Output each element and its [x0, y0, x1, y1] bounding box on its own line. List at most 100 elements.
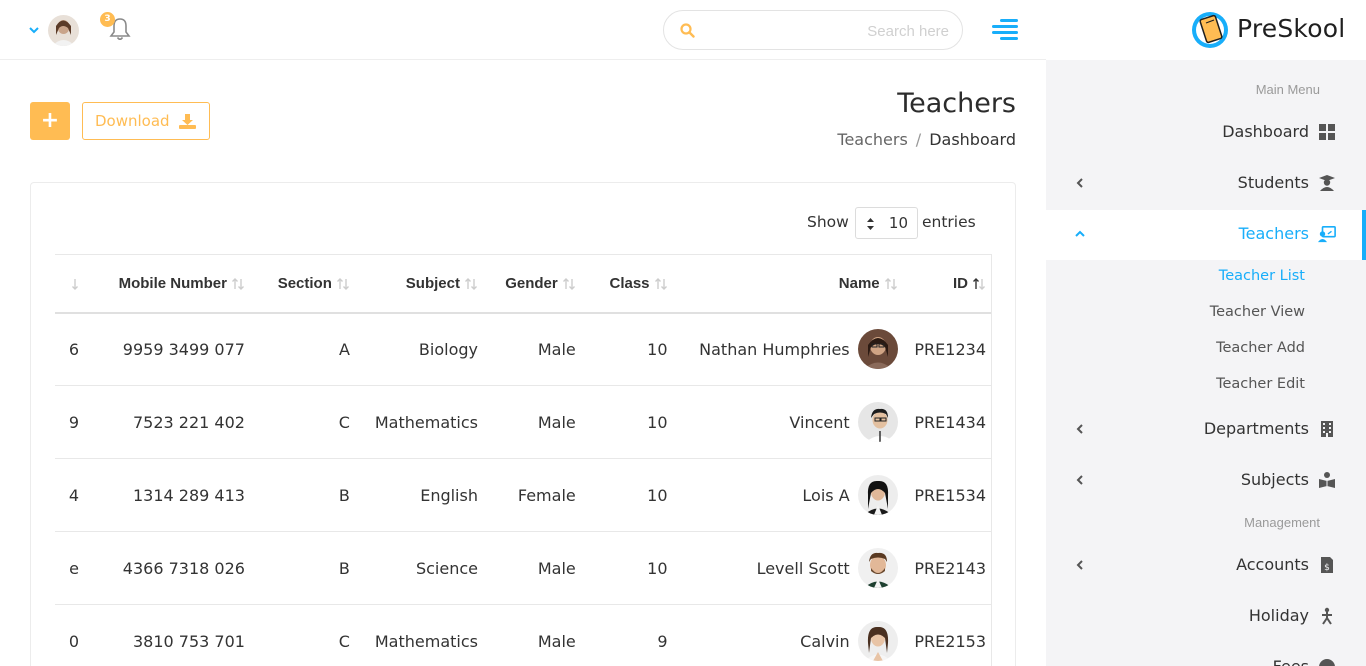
gender-cell: Male: [537, 412, 576, 432]
column-header-class[interactable]: Class: [582, 255, 674, 313]
teacher-name-link[interactable]: Nathan Humphries: [699, 340, 849, 359]
submenu-teacher-list[interactable]: Teacher List: [1219, 268, 1305, 284]
section-cell: A: [338, 339, 350, 359]
table-row[interactable]: 9 7523 221 402 C Mathematics Male 10 Vin…: [55, 386, 992, 459]
sidebar-item-fees[interactable]: Fees: [1046, 643, 1366, 666]
teachers-table: Mobile Number Section Subject Gender Cla…: [55, 254, 992, 666]
class-cell: 10: [647, 412, 668, 432]
entries-select[interactable]: 10: [855, 207, 918, 239]
add-button[interactable]: +: [30, 102, 70, 140]
gender-cell: Female: [517, 485, 576, 505]
book-reader-icon: [1319, 472, 1335, 488]
partial-cell: e: [69, 558, 79, 578]
column-header-partial[interactable]: [55, 255, 85, 313]
gender-cell: Male: [537, 558, 576, 578]
sidebar-item-holiday[interactable]: Holiday: [1046, 592, 1366, 642]
teacher-avatar[interactable]: [857, 475, 898, 515]
sidebar-item-label: Holiday: [1248, 606, 1309, 625]
partial-cell: 9: [68, 412, 79, 432]
teacher-name-link[interactable]: Levell Scott: [757, 559, 850, 578]
download-button[interactable]: Download: [82, 102, 210, 140]
teacher-avatar[interactable]: [857, 402, 898, 442]
teacher-icon: [1318, 225, 1336, 243]
teachers-table-card: Show 10 entries Mobile Number Section Su…: [30, 182, 1016, 666]
table-scroll-area[interactable]: Mobile Number Section Subject Gender Cla…: [55, 254, 992, 666]
gender-cell: Male: [537, 339, 576, 359]
column-header-mobile[interactable]: Mobile Number: [85, 255, 251, 313]
table-row[interactable]: 4 1314 289 413 B English Female 10 Lois …: [55, 459, 992, 532]
sidebar-item-teachers[interactable]: Teachers: [1046, 210, 1366, 260]
column-header-gender[interactable]: Gender: [484, 255, 582, 313]
name-cell: Nathan Humphries: [674, 313, 904, 386]
teacher-avatar[interactable]: [857, 329, 898, 370]
breadcrumb: Teachers / Dashboard: [837, 130, 1016, 149]
id-cell: PRE1234: [914, 339, 986, 359]
chevron-down-icon[interactable]: [28, 24, 40, 36]
teacher-name-link[interactable]: Vincent: [789, 413, 849, 432]
sidebar-item-dashboard[interactable]: Dashboard: [1046, 108, 1366, 158]
subject-cell: Mathematics: [374, 631, 478, 651]
search-box: [663, 10, 963, 50]
teacher-avatar[interactable]: [857, 621, 898, 661]
section-cell: C: [338, 631, 350, 651]
chevron-left-icon: [1076, 560, 1083, 570]
sidebar-item-departments[interactable]: Departments: [1046, 405, 1366, 455]
page-title: Teachers: [897, 88, 1016, 119]
submenu-teacher-edit[interactable]: Teacher Edit: [1216, 376, 1305, 392]
gender-cell: Male: [537, 631, 576, 651]
search-icon[interactable]: [680, 23, 695, 38]
id-cell: PRE1534: [914, 485, 986, 505]
name-cell: Levell Scott: [674, 532, 904, 605]
class-cell: 10: [647, 558, 668, 578]
sort-icon: [336, 277, 349, 290]
search-input[interactable]: [704, 19, 949, 43]
holiday-icon: [1322, 607, 1332, 625]
submenu-teacher-add[interactable]: Teacher Add: [1216, 340, 1305, 356]
sort-icon: [231, 277, 244, 290]
select-updown-icon: [867, 218, 874, 230]
sort-icon: [884, 277, 897, 290]
subject-cell: Science: [415, 558, 478, 578]
sort-icon: [654, 277, 667, 290]
breadcrumb-link-teachers[interactable]: Teachers: [837, 130, 907, 149]
table-header-row: Mobile Number Section Subject Gender Cla…: [55, 254, 992, 313]
id-cell: PRE2143: [914, 558, 986, 578]
entries-label: entries: [922, 213, 976, 231]
sidebar-item-label: Accounts: [1236, 555, 1309, 574]
teacher-name-link[interactable]: Lois A: [802, 486, 849, 505]
show-label: Show: [807, 213, 849, 231]
sidebar-item-students[interactable]: Students: [1046, 159, 1366, 209]
sidebar-item-accounts[interactable]: Accounts $: [1046, 541, 1366, 591]
subject-cell: English: [420, 485, 478, 505]
main-menu-title: Main Menu: [1255, 82, 1320, 97]
svg-text:$: $: [1324, 563, 1330, 573]
table-right-border: [991, 254, 992, 666]
sort-asc-icon: [973, 277, 985, 290]
sidebar-item-label: Fees: [1273, 657, 1309, 666]
table-row[interactable]: 0 3810 753 701 C Mathematics Male 9 Calv…: [55, 605, 992, 666]
menu-toggle-icon[interactable]: [992, 18, 1018, 42]
teacher-name-link[interactable]: Calvin: [800, 632, 849, 651]
column-header-id[interactable]: ID: [904, 255, 992, 313]
mobile-cell: 4366 7318 026: [122, 558, 245, 578]
column-header-subject[interactable]: Subject: [356, 255, 484, 313]
mobile-cell: 1314 289 413: [132, 485, 245, 505]
mobile-cell: 7523 221 402: [132, 412, 245, 432]
partial-cell: 0: [68, 631, 79, 651]
sidebar-item-label: Subjects: [1240, 470, 1309, 489]
submenu-teacher-view[interactable]: Teacher View: [1210, 304, 1305, 320]
column-header-name[interactable]: Name: [674, 255, 904, 313]
sidebar-item-label: Students: [1237, 173, 1309, 192]
download-icon: [179, 114, 196, 129]
table-row[interactable]: 6 9959 3499 077 A Biology Male 10 Nathan…: [55, 313, 992, 386]
sidebar-item-subjects[interactable]: Subjects: [1046, 456, 1366, 506]
student-icon: [1319, 175, 1335, 191]
avatar[interactable]: [48, 15, 79, 46]
table-row[interactable]: e 4366 7318 026 B Science Male 10 Levell…: [55, 532, 992, 605]
logo-text: PreSkool: [1237, 14, 1346, 43]
logo[interactable]: PreSkool: [1046, 0, 1366, 60]
subject-cell: Biology: [418, 339, 478, 359]
teacher-avatar[interactable]: [857, 548, 898, 588]
class-cell: 10: [647, 339, 668, 359]
column-header-section[interactable]: Section: [251, 255, 356, 313]
